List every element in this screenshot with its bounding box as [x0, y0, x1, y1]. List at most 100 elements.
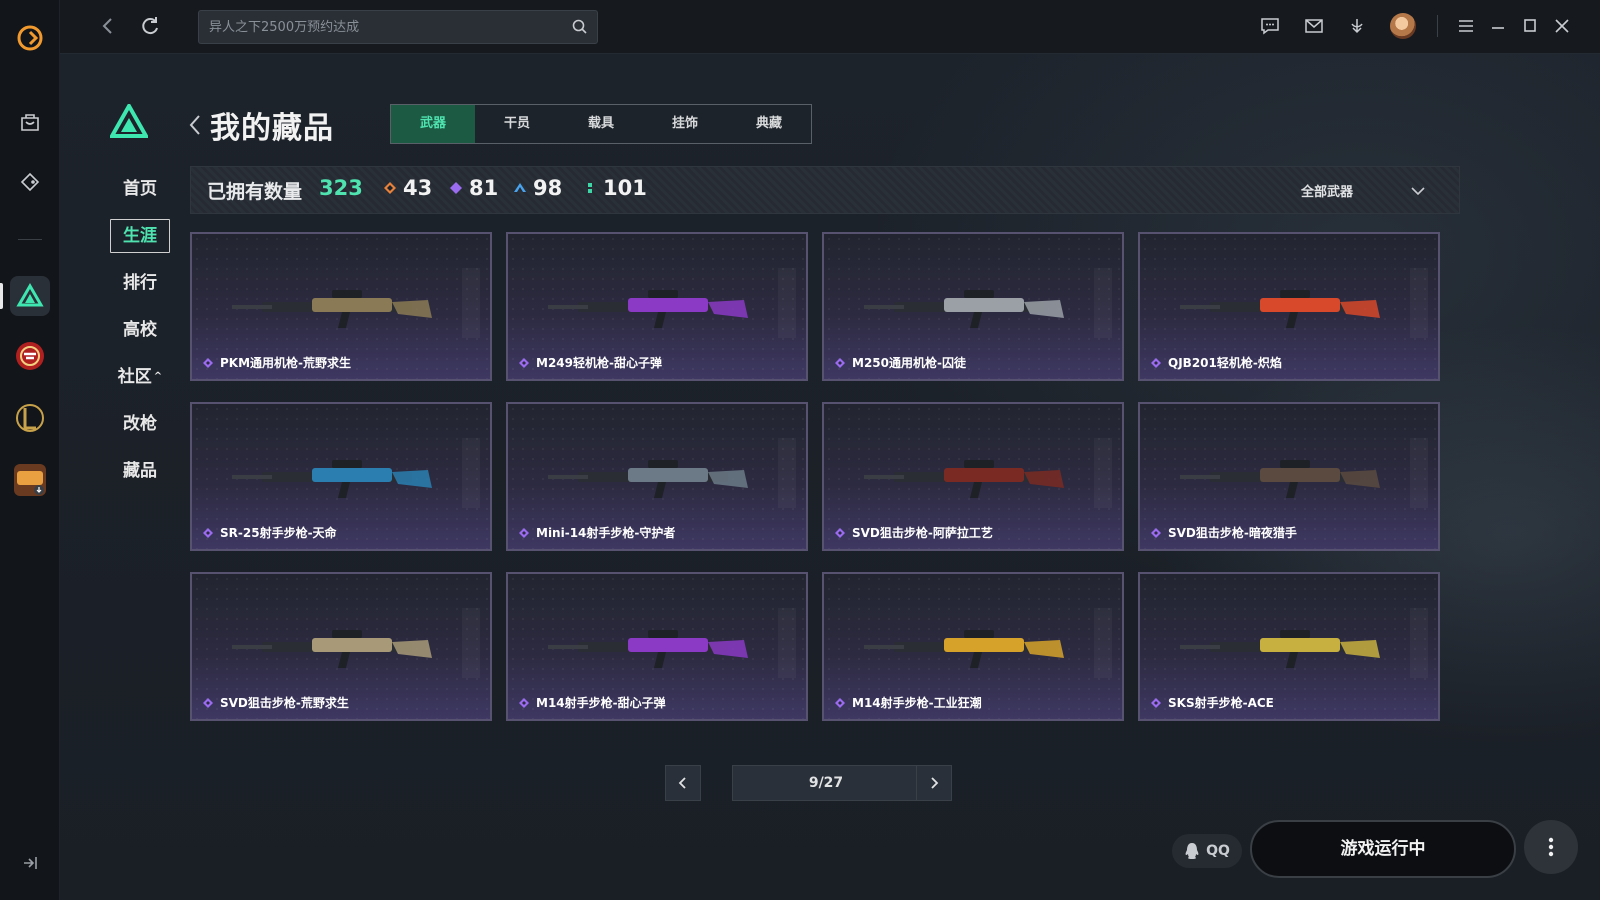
weapon-name: SVD狙击步枪-暗夜猎手: [1168, 526, 1297, 540]
weapon-name: SVD狙击步枪-阿萨拉工艺: [852, 526, 993, 540]
rarity-diamond-icon: [519, 528, 529, 538]
league-game-icon[interactable]: [10, 398, 50, 438]
qq-login-button[interactable]: QQ: [1172, 834, 1242, 868]
weapon-image: [232, 460, 432, 498]
game-running-button[interactable]: 游戏运行中: [1250, 820, 1516, 878]
rarity-diamond-icon: [1151, 528, 1161, 538]
collection-stats-bar: 已拥有数量 323 43 81 98 101 全部武器: [190, 166, 1460, 214]
tab-collectibles[interactable]: 典藏: [727, 105, 811, 143]
search-icon[interactable]: [571, 18, 589, 36]
tag-icon[interactable]: [14, 166, 46, 198]
chevron-down-icon[interactable]: [1409, 182, 1427, 200]
weapon-card[interactable]: M14射手步枪-工业狂潮: [822, 572, 1124, 721]
rarity-purple-count: 81: [449, 176, 498, 200]
nav-ranking[interactable]: 排行: [100, 268, 180, 298]
more-options-button[interactable]: [1524, 820, 1578, 874]
weapon-name: SR-25射手步枪-天命: [220, 526, 337, 540]
weapon-card[interactable]: PKM通用机枪-荒野求生: [190, 232, 492, 381]
rarity-diamond-icon: [835, 698, 845, 708]
chat-icon[interactable]: [1258, 14, 1282, 38]
weapon-card[interactable]: QJB201轻机枪-炽焰: [1138, 232, 1440, 381]
owned-count-label: 已拥有数量: [207, 181, 303, 203]
mail-icon[interactable]: [1302, 14, 1326, 38]
next-page-button[interactable]: [916, 765, 952, 801]
rarity-orange-count: 43: [383, 176, 432, 200]
weapon-card[interactable]: SR-25射手步枪-天命: [190, 402, 492, 551]
weapon-image: [232, 630, 432, 668]
nav-collection[interactable]: 藏品: [100, 456, 180, 486]
more-vertical-icon: [1548, 837, 1554, 857]
rarity-green-count: 101: [583, 176, 647, 200]
nav-community[interactable]: 社区 ^: [100, 362, 180, 392]
weapon-name: M250通用机枪-囚徒: [852, 356, 966, 370]
tab-charms[interactable]: 挂饰: [643, 105, 727, 143]
store-icon[interactable]: [14, 106, 46, 138]
topbar-divider: [1437, 15, 1438, 37]
rarity-diamond-icon: [519, 698, 529, 708]
expand-sidebar-icon[interactable]: [20, 853, 40, 873]
nav-college[interactable]: 高校: [100, 315, 180, 345]
weapon-name: SKS射手步枪-ACE: [1168, 696, 1274, 710]
page-back-icon[interactable]: [185, 112, 205, 138]
weapon-image: [548, 630, 748, 668]
prev-page-button[interactable]: [665, 765, 701, 801]
nav-gunsmith[interactable]: 改枪: [100, 409, 180, 439]
green-dots-icon: [588, 183, 592, 193]
chevron-up-icon: ^: [153, 371, 163, 382]
close-icon[interactable]: [1550, 14, 1574, 38]
rarity-diamond-icon: [835, 358, 845, 368]
tab-weapons[interactable]: 武器: [391, 105, 475, 143]
orange-diamond-icon: [384, 182, 396, 194]
rail-divider: [18, 239, 42, 240]
chevron-right-icon: [931, 777, 939, 789]
weapon-name: Mini-14射手步枪-守护者: [536, 526, 676, 540]
weapon-name: M249轻机枪-甜心子弹: [536, 356, 662, 370]
crossfire-game-icon[interactable]: [10, 336, 50, 376]
weapon-card[interactable]: Mini-14射手步枪-守护者: [506, 402, 808, 551]
weapon-card[interactable]: M14射手步枪-甜心子弹: [506, 572, 808, 721]
rarity-diamond-icon: [1151, 698, 1161, 708]
page-indicator: 9/27: [732, 765, 920, 801]
refresh-icon[interactable]: [138, 14, 162, 38]
weapon-card[interactable]: M249轻机枪-甜心子弹: [506, 232, 808, 381]
menu-icon[interactable]: [1454, 14, 1478, 38]
minimize-icon[interactable]: [1486, 14, 1510, 38]
user-avatar[interactable]: [1390, 13, 1416, 39]
weapon-name: M14射手步枪-工业狂潮: [852, 696, 982, 710]
tab-vehicles[interactable]: 载具: [559, 105, 643, 143]
weapon-image: [1180, 460, 1380, 498]
weapon-image: [548, 290, 748, 328]
search-input[interactable]: [209, 11, 559, 43]
top-bar: [60, 0, 1600, 54]
weapon-card[interactable]: SKS射手步枪-ACE: [1138, 572, 1440, 721]
main-content: 首页 生涯 排行 高校 社区 ^ 改枪 藏品 我的藏品 武器 干员 载具 挂饰 典…: [60, 54, 1600, 900]
rarity-diamond-icon: [1151, 358, 1161, 368]
nav-career[interactable]: 生涯: [100, 219, 180, 253]
weapon-filter-dropdown[interactable]: 全部武器: [1301, 181, 1353, 200]
weapon-card[interactable]: SVD狙击步枪-荒野求生: [190, 572, 492, 721]
weapon-card[interactable]: M250通用机枪-囚徒: [822, 232, 1124, 381]
rarity-diamond-icon: [203, 358, 213, 368]
rail-active-indicator: [0, 283, 3, 309]
weapon-card[interactable]: SVD狙击步枪-暗夜猎手: [1138, 402, 1440, 551]
weapon-image: [232, 290, 432, 328]
weapon-name: PKM通用机枪-荒野求生: [220, 356, 352, 370]
maximize-icon[interactable]: [1518, 14, 1542, 38]
owned-count-value: 323: [319, 176, 363, 200]
weapon-image: [1180, 290, 1380, 328]
delta-force-game-icon[interactable]: [10, 276, 50, 316]
rarity-diamond-icon: [835, 528, 845, 538]
tab-operators[interactable]: 干员: [475, 105, 559, 143]
rarity-diamond-icon: [203, 528, 213, 538]
back-arrow-icon[interactable]: [96, 14, 120, 38]
nav-home[interactable]: 首页: [100, 174, 180, 204]
rarity-blue-count: 98: [513, 176, 562, 200]
boc-game-icon[interactable]: [10, 460, 50, 500]
chevron-left-icon: [678, 777, 686, 789]
blue-chevron-icon: [514, 183, 526, 192]
weapon-image: [864, 460, 1064, 498]
client-logo-icon[interactable]: [16, 24, 44, 52]
page-title: 我的藏品: [210, 111, 334, 146]
download-icon[interactable]: [1345, 14, 1369, 38]
weapon-card[interactable]: SVD狙击步枪-阿萨拉工艺: [822, 402, 1124, 551]
